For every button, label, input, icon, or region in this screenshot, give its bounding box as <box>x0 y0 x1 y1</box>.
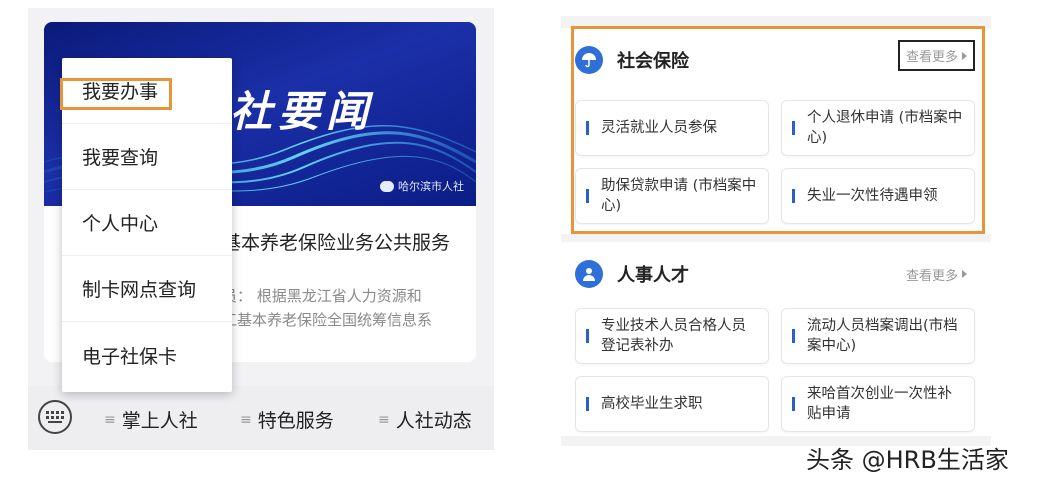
chevron-right-icon <box>962 270 967 278</box>
nav-item-zhangshang[interactable]: ≡ 掌上人社 <box>104 406 198 433</box>
view-more-label: 查看更多 <box>905 268 958 284</box>
tile-label: 高校毕业生求职 <box>601 396 703 412</box>
menu-item-card-outlet-query[interactable]: 制卡网点查询 <box>62 256 232 322</box>
tile-label: 专业技术人员合格人员登记表补办 <box>601 318 746 354</box>
service-tile[interactable]: 来哈首次创业一次性补贴申请 <box>781 376 975 432</box>
menu-item-chaxun[interactable]: 我要查询 <box>62 124 232 190</box>
bottom-nav-bar: ≡ 掌上人社 ≡ 特色服务 ≡ 人社动态 <box>28 386 494 450</box>
service-tile-grid: 专业技术人员合格人员登记表补办 流动人员档案调出(市档案中心) 高校毕业生求职 … <box>575 308 975 432</box>
menu-icon: ≡ <box>378 411 390 428</box>
service-tile[interactable]: 高校毕业生求职 <box>575 376 769 432</box>
view-more-link[interactable]: 查看更多 <box>898 261 975 288</box>
menu-icon: ≡ <box>240 411 252 428</box>
banner-source: 哈尔滨市人社 <box>380 178 464 194</box>
tile-accent-bar <box>586 397 589 411</box>
tile-accent-bar <box>792 397 795 411</box>
service-tile[interactable]: 专业技术人员合格人员登记表补办 <box>575 308 769 364</box>
article-snippet-line: 员： 根据黑龙江省人力资源和 <box>222 287 422 305</box>
tile-accent-bar <box>586 329 589 343</box>
service-tile[interactable]: 流动人员档案调出(市档案中心) <box>781 308 975 364</box>
tile-label: 流动人员档案调出(市档案中心) <box>807 318 958 354</box>
section-title: 人事人才 <box>617 265 689 286</box>
menu-item-label: 电子社保卡 <box>82 345 178 368</box>
person-icon <box>575 260 603 288</box>
left-panel: 社要闻 哈尔滨市人社 基本养老保险业务公共服务 员： 根据黑龙江省人力资源和 工… <box>28 8 494 450</box>
banner-source-label: 哈尔滨市人社 <box>398 180 464 193</box>
banner-title: 社要闻 <box>230 87 375 136</box>
keyboard-toggle-button[interactable] <box>38 400 72 434</box>
nav-item-tese[interactable]: ≡ 特色服务 <box>240 406 334 433</box>
nav-item-label: 掌上人社 <box>121 410 198 432</box>
nav-item-label: 特色服务 <box>257 410 334 432</box>
section-personnel-talent: 人事人才 查看更多 专业技术人员合格人员登记表补办 流动人员档案调出(市档案中心… <box>561 242 991 436</box>
menu-item-personal-center[interactable]: 个人中心 <box>62 190 232 256</box>
menu-item-label: 我要查询 <box>82 147 159 169</box>
section-header: 人事人才 查看更多 <box>575 254 975 294</box>
menu-item-label: 个人中心 <box>82 213 159 235</box>
highlight-annotation-box <box>60 78 172 110</box>
menu-item-e-social-card[interactable]: 电子社保卡 <box>62 322 232 388</box>
highlight-annotation-frame <box>571 26 985 234</box>
article-snippet-line: 工基本养老保险全国统筹信息系 <box>222 311 433 329</box>
wechat-icon <box>380 180 394 192</box>
tile-accent-bar <box>792 329 795 343</box>
article-snippet: 员： 根据黑龙江省人力资源和 工基本养老保险全国统筹信息系 <box>222 284 472 332</box>
watermark: 头条 @HRB生活家 <box>806 446 1009 474</box>
tile-label: 来哈首次创业一次性补贴申请 <box>807 386 952 422</box>
menu-item-label: 制卡网点查询 <box>82 279 197 301</box>
menu-icon: ≡ <box>104 411 116 428</box>
article-title: 基本养老保险业务公共服务 <box>222 232 451 254</box>
nav-item-dongtai[interactable]: ≡ 人社动态 <box>378 406 472 433</box>
nav-item-label: 人社动态 <box>395 410 472 432</box>
keyboard-icon <box>46 411 64 423</box>
